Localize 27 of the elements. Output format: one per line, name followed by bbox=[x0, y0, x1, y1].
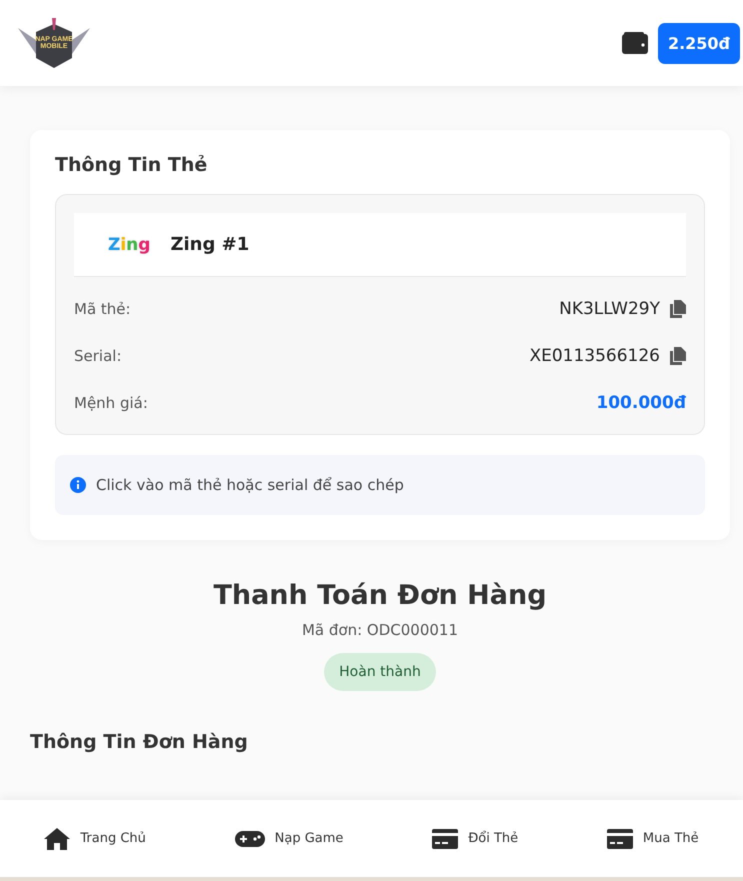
wallet-icon[interactable] bbox=[622, 32, 648, 54]
brand-logo: Zing bbox=[108, 234, 150, 254]
nav-item[interactable]: Nạp Game bbox=[234, 830, 344, 846]
home-icon bbox=[44, 828, 70, 850]
price-value: 100.000đ bbox=[596, 392, 686, 412]
page-title: Thanh Toán Đơn Hàng bbox=[213, 580, 547, 611]
info-icon bbox=[70, 477, 86, 493]
order-code: Mã đơn: ODC000011 bbox=[302, 621, 458, 639]
field-label: Serial: bbox=[74, 346, 122, 364]
card-name: Zing #1 bbox=[170, 234, 250, 255]
copy-icon[interactable] bbox=[670, 300, 686, 318]
field-value[interactable]: XE0113566126 bbox=[529, 346, 660, 366]
field-label: Mệnh giá: bbox=[74, 394, 148, 412]
nav-item[interactable]: Đổi Thẻ bbox=[432, 828, 518, 848]
section-title: Thông Tin Đơn Hàng bbox=[30, 731, 249, 753]
gamepad-icon bbox=[234, 830, 265, 846]
field-label: Mã thẻ: bbox=[74, 300, 131, 318]
nav-item[interactable]: Trang Chủ bbox=[44, 828, 146, 850]
hint-text: Click vào mã thẻ hoặc serial để sao chép bbox=[96, 476, 404, 494]
field-value[interactable]: NK3LLW29Y bbox=[559, 298, 660, 318]
copy-icon[interactable] bbox=[670, 346, 686, 364]
card-icon bbox=[606, 828, 633, 848]
balance-button[interactable]: 2.250đ bbox=[658, 22, 740, 64]
card-icon bbox=[432, 828, 458, 848]
section-title: Thông Tin Thẻ bbox=[55, 154, 208, 176]
nav-item[interactable]: Mua Thẻ bbox=[606, 828, 699, 848]
status-badge: Hoàn thành bbox=[324, 653, 436, 691]
